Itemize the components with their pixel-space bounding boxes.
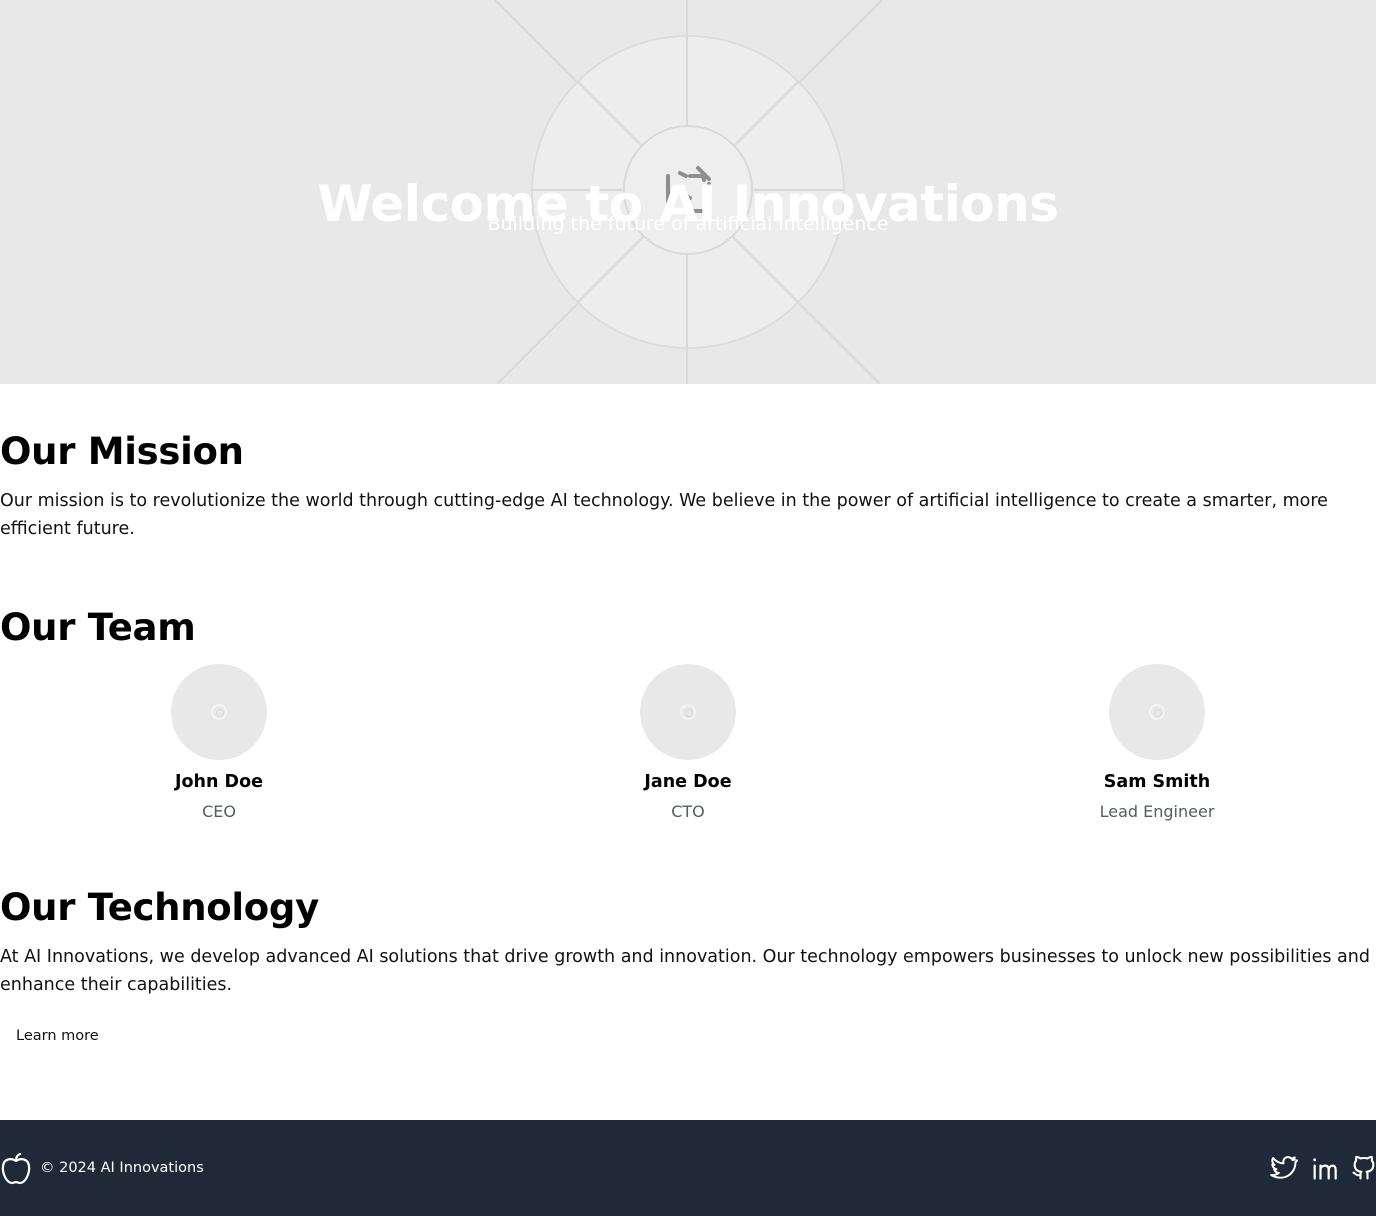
- avatar: [171, 664, 267, 760]
- team-member-card: Sam Smith Lead Engineer: [1007, 664, 1307, 834]
- member-role: CEO: [202, 802, 236, 821]
- member-name: Jane Doe: [644, 772, 732, 792]
- hero-banner: Welcome to AI Innovations Building the f…: [0, 0, 1376, 384]
- avatar-placeholder-icon: [1149, 704, 1165, 720]
- copyright-text: © 2024 AI Innovations: [40, 1160, 204, 1176]
- avatar-placeholder-icon: [680, 704, 696, 720]
- linkedin-icon[interactable]: [1310, 1154, 1338, 1182]
- learn-more-button[interactable]: Learn more: [0, 1018, 115, 1054]
- mission-text: Our mission is to revolutionize the worl…: [0, 491, 1328, 539]
- member-role: Lead Engineer: [1099, 802, 1215, 821]
- mission-heading: Our Mission: [0, 430, 244, 473]
- team-member-card: John Doe CEO: [69, 664, 369, 834]
- hero-subtitle: Building the future of artificial intell…: [487, 213, 889, 235]
- twitter-icon[interactable]: [1270, 1154, 1298, 1182]
- apple-logo-icon: [1, 1152, 31, 1185]
- member-name: Sam Smith: [1103, 772, 1211, 792]
- footer: © 2024 AI Innovations: [0, 1120, 1376, 1216]
- technology-heading: Our Technology: [0, 886, 319, 929]
- github-icon[interactable]: [1350, 1154, 1376, 1182]
- technology-text: At AI Innovations, we develop advanced A…: [0, 947, 1370, 995]
- avatar-placeholder-icon: [211, 704, 227, 720]
- member-name: John Doe: [175, 772, 263, 792]
- member-role: CTO: [671, 802, 705, 821]
- avatar: [1109, 664, 1205, 760]
- team-heading: Our Team: [0, 606, 196, 649]
- avatar: [640, 664, 736, 760]
- team-member-card: Jane Doe CTO: [538, 664, 838, 834]
